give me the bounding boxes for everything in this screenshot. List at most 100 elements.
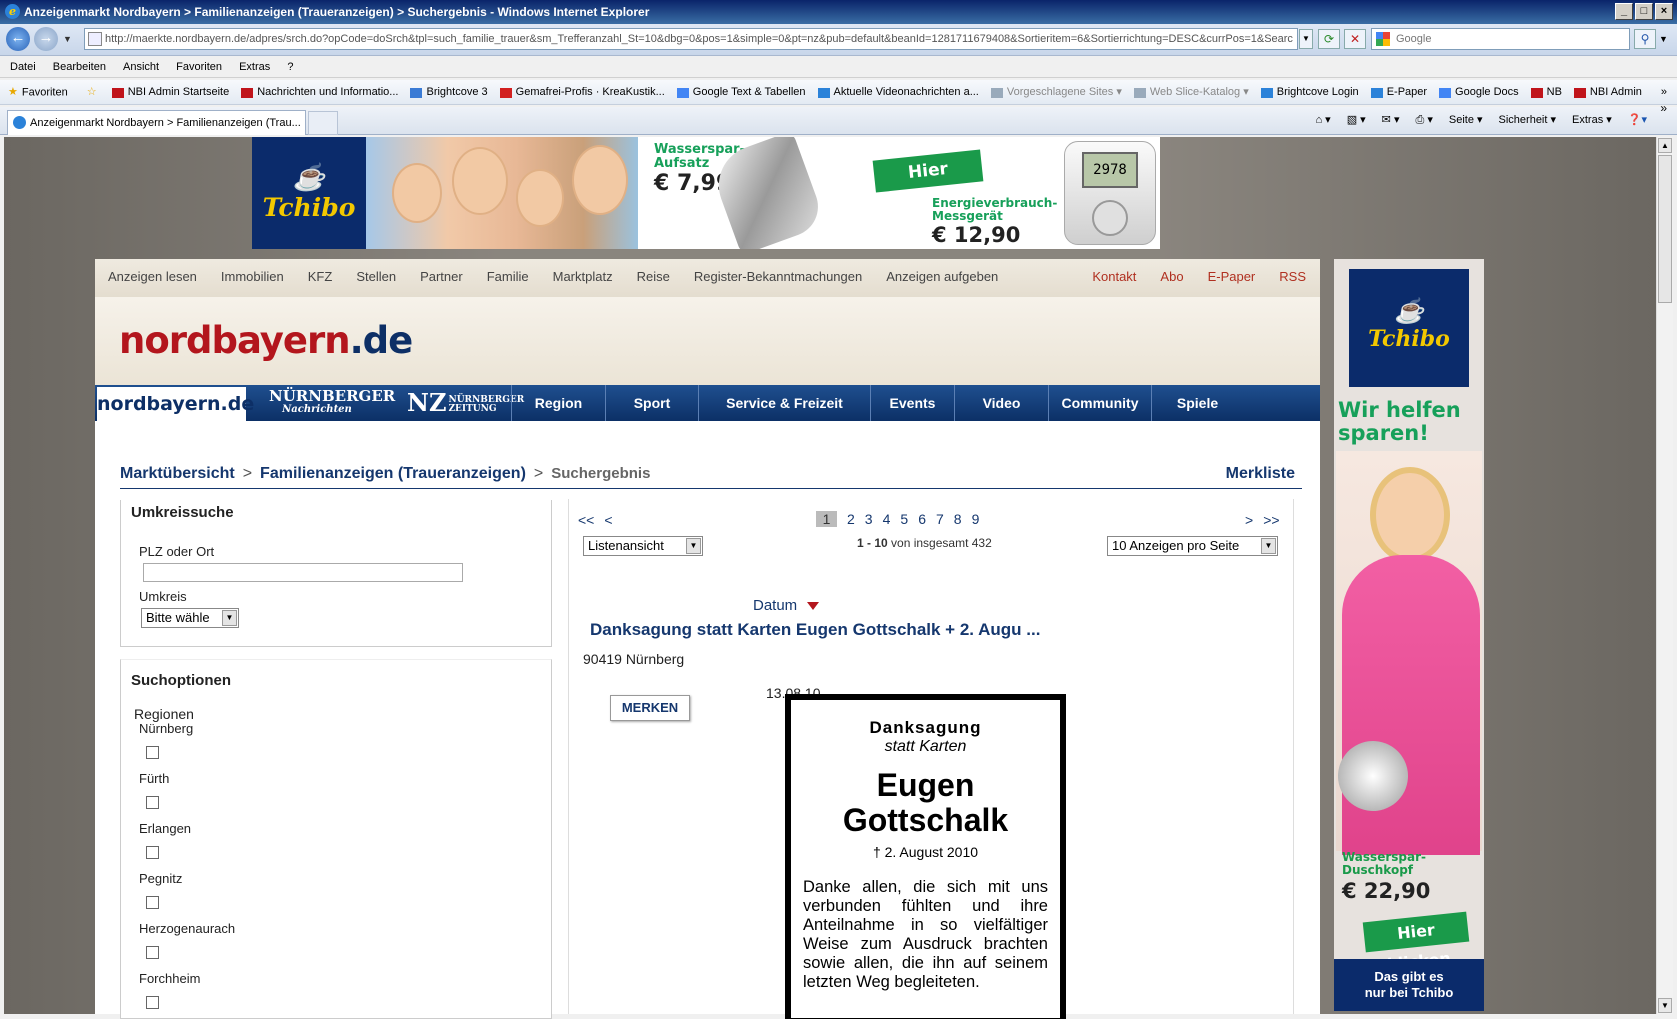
menu-favoriten[interactable]: Favoriten [176,61,222,73]
breadcrumb-familienanzeigen[interactable]: Familienanzeigen (Traueranzeigen) [260,465,526,482]
help-icon[interactable]: ❓▾ [1628,113,1647,127]
search-input[interactable]: Google [1371,28,1630,50]
menu-extras[interactable]: Extras [239,61,270,73]
region-checkbox[interactable] [146,996,159,1009]
commandbar-overflow-icon[interactable]: » [1660,101,1667,115]
maximize-button[interactable]: □ [1635,3,1653,20]
refresh-button[interactable]: ⟳ [1318,29,1340,49]
search-options-icon[interactable]: ▼ [1659,34,1668,44]
back-button[interactable]: ← [6,27,30,51]
topnav-service-link[interactable]: E-Paper [1208,269,1256,284]
nav-item[interactable]: Video [954,385,1048,421]
region-checkbox[interactable] [146,846,159,859]
breadcrumb-marktuebersicht[interactable]: Marktübersicht [120,465,235,482]
nav-item[interactable]: Spiele [1151,385,1243,421]
page-link[interactable]: 6 [918,511,926,527]
plz-input[interactable] [143,563,463,582]
merken-button[interactable]: MERKEN [610,695,690,721]
page-link[interactable]: 7 [936,511,944,527]
address-dropdown-button[interactable]: ▼ [1299,29,1313,49]
close-window-button[interactable]: × [1655,3,1673,20]
topnav-link[interactable]: Reise [637,269,670,284]
death-notice-image[interactable]: Danksagung statt Karten Eugen Gottschalk… [785,694,1066,1019]
topnav-link[interactable]: Familie [487,269,529,284]
topnav-link[interactable]: Anzeigen lesen [108,269,197,284]
next-page-link[interactable]: > [1245,512,1253,528]
favorite-link[interactable]: Google Docs [1439,80,1519,104]
favorite-link[interactable]: E-Paper [1370,80,1427,104]
add-favorite-icon[interactable]: ☆ [87,80,97,104]
favorite-link[interactable]: NBI Admin [1573,80,1642,104]
menu-bearbeiten[interactable]: Bearbeiten [53,61,106,73]
topnav-service-link[interactable]: RSS [1279,269,1306,284]
home-icon[interactable]: ⌂ ▾ [1315,113,1330,127]
nav-nuernberger-nachrichten[interactable]: NÜRNBERGER Nachrichten [269,389,395,417]
menu-datei[interactable]: Datei [10,61,36,73]
nav-item[interactable]: Sport [605,385,698,421]
minimize-button[interactable]: _ [1615,3,1633,20]
new-tab-button[interactable] [308,111,338,135]
region-checkbox[interactable] [146,946,159,959]
cmd-sicherheit[interactable]: Sicherheit ▾ [1499,113,1557,127]
favorite-link[interactable]: NB [1530,80,1562,104]
menu-help[interactable]: ? [287,61,293,73]
topnav-link[interactable]: KFZ [308,269,333,284]
favorites-button[interactable]: ★ Favoriten [8,80,68,104]
address-bar[interactable]: http://maerkte.nordbayern.de/adpres/srch… [84,28,1298,50]
page-link[interactable]: 2 [847,511,855,527]
merkliste-link[interactable]: Merkliste [1226,465,1295,483]
current-page[interactable]: 1 [816,511,837,527]
topnav-link[interactable]: Register-Bekanntmachungen [694,269,862,284]
vertical-scrollbar[interactable]: ▲ ▼ [1656,137,1673,1014]
nav-nuernberger-zeitung[interactable]: NZ NÜRNBERGER ZEITUNG [407,389,527,417]
nordbayern-logo[interactable]: nordbayern.de [119,319,413,362]
favorite-link[interactable]: Gemafrei-Profis · KreaKustik... [499,80,665,104]
favorite-link[interactable]: Nachrichten und Informatio... [241,80,398,104]
prev-page-link[interactable]: < [604,512,612,528]
favorite-link[interactable]: Vorgeschlagene Sites ▾ [990,80,1122,104]
tab-anzeigenmarkt[interactable]: Anzeigenmarkt Nordbayern > Familienanzei… [7,110,306,135]
favorite-link[interactable]: Brightcove Login [1260,80,1359,104]
search-icon[interactable]: ⚲ [1634,29,1656,49]
page-link[interactable]: 5 [900,511,908,527]
page-link[interactable]: 4 [883,511,891,527]
per-page-select[interactable]: 10 Anzeigen pro Seite ▼ [1107,536,1278,556]
page-link[interactable]: 8 [954,511,962,527]
ad-cta-button[interactable]: Hier klicken [872,149,984,216]
cmd-seite[interactable]: Seite ▾ [1449,113,1483,127]
radius-select[interactable]: Bitte wähle ▼ [141,608,239,628]
region-checkbox[interactable] [146,896,159,909]
favorite-link[interactable]: Google Text & Tabellen [676,80,806,104]
sort-by-datum[interactable]: Datum [753,597,820,614]
result-title[interactable]: Danksagung statt Karten Eugen Gottschalk… [590,620,1040,640]
nav-item[interactable]: Region [511,385,605,421]
print-icon[interactable]: ⎙ ▾ [1415,113,1432,127]
stop-button[interactable]: ✕ [1344,29,1366,49]
menu-ansicht[interactable]: Ansicht [123,61,159,73]
topnav-service-link[interactable]: Abo [1160,269,1183,284]
topnav-link[interactable]: Stellen [356,269,396,284]
mail-icon[interactable]: ✉ ▾ [1382,113,1400,127]
right-skyscraper-ad[interactable]: ☕ Tchibo Wir helfen sparen! Wasserspar- … [1334,259,1484,1011]
region-checkbox[interactable] [146,746,159,759]
nav-item[interactable]: Service & Freizeit [698,385,870,421]
first-page-link[interactable]: << [578,512,594,528]
region-checkbox[interactable] [146,796,159,809]
topnav-link[interactable]: Partner [420,269,463,284]
scrollbar-thumb[interactable] [1658,155,1672,303]
view-select[interactable]: Listenansicht ▼ [583,536,703,556]
history-dropdown-icon[interactable]: ▼ [63,34,72,44]
right-ad-cta-button[interactable]: Hier klicken [1362,911,1470,974]
nav-home[interactable]: nordbayern.de [97,387,254,421]
favorite-link[interactable]: NBI Admin Startseite [111,80,229,104]
topnav-link[interactable]: Immobilien [221,269,284,284]
page-link[interactable]: 9 [972,511,980,527]
favorite-link[interactable]: Brightcove 3 [410,80,488,104]
topnav-service-link[interactable]: Kontakt [1092,269,1136,284]
topnav-link[interactable]: Marktplatz [553,269,613,284]
topnav-link[interactable]: Anzeigen aufgeben [886,269,998,284]
page-link[interactable]: 3 [865,511,873,527]
nav-item[interactable]: Events [870,385,954,421]
scroll-up-icon[interactable]: ▲ [1658,138,1672,153]
forward-button[interactable]: → [34,27,58,51]
